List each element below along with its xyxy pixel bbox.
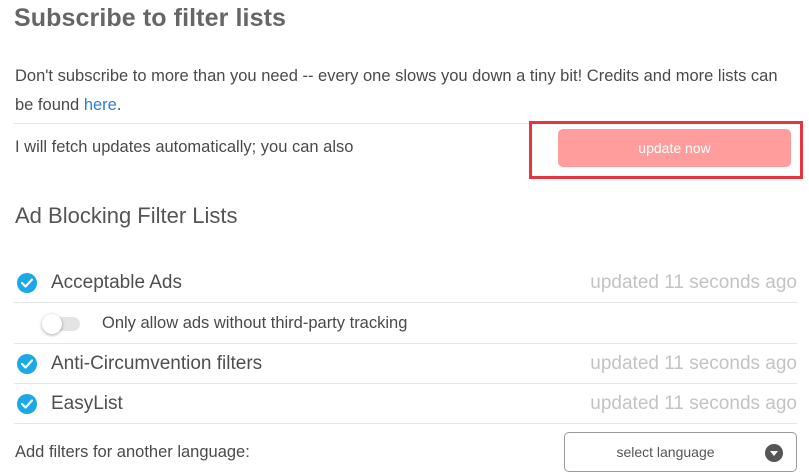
third-party-tracking-label: Only allow ads without third-party track…	[102, 314, 408, 332]
intro-text: Don't subscribe to more than you need --…	[15, 62, 795, 120]
language-select-value: select language	[616, 444, 715, 460]
filter-list-status: updated 11 seconds ago	[590, 393, 797, 414]
filter-list-status: updated 11 seconds ago	[590, 353, 797, 374]
row-divider	[14, 423, 797, 424]
checkmark-icon	[21, 359, 33, 369]
intro-suffix: .	[116, 96, 122, 114]
language-label: Add filters for another language:	[15, 443, 250, 461]
check-circle-icon[interactable]	[17, 273, 37, 293]
check-circle-icon[interactable]	[17, 354, 37, 374]
row-divider	[14, 302, 797, 303]
chevron-down-icon	[765, 444, 783, 462]
filter-list-easylist: EasyList updated 11 seconds ago	[14, 384, 797, 424]
filter-list-acceptable-ads: Acceptable Ads updated 11 seconds ago	[14, 263, 797, 303]
checkmark-icon	[21, 278, 33, 288]
credits-link[interactable]: here	[84, 96, 117, 114]
checkmark-icon	[21, 399, 33, 409]
page-title: Subscribe to filter lists	[14, 4, 287, 32]
filter-list-name: Anti-Circumvention filters	[51, 353, 263, 374]
auto-update-text: I will fetch updates automatically; you …	[15, 138, 354, 156]
toggle-knob	[42, 314, 62, 334]
check-circle-icon[interactable]	[17, 394, 37, 414]
caret-down-icon	[770, 450, 778, 456]
filter-list-name: Acceptable Ads	[51, 272, 182, 293]
intro-sentence: Don't subscribe to more than you need --…	[15, 67, 778, 114]
section-title: Ad Blocking Filter Lists	[15, 203, 238, 228]
filter-list-name: EasyList	[51, 393, 123, 414]
update-now-button[interactable]: update now	[558, 129, 791, 167]
language-select[interactable]: select language	[564, 432, 797, 472]
filter-list-anti-circumvention: Anti-Circumvention filters updated 11 se…	[14, 344, 797, 384]
third-party-tracking-toggle[interactable]	[42, 314, 80, 334]
filter-list-status: updated 11 seconds ago	[590, 272, 797, 293]
